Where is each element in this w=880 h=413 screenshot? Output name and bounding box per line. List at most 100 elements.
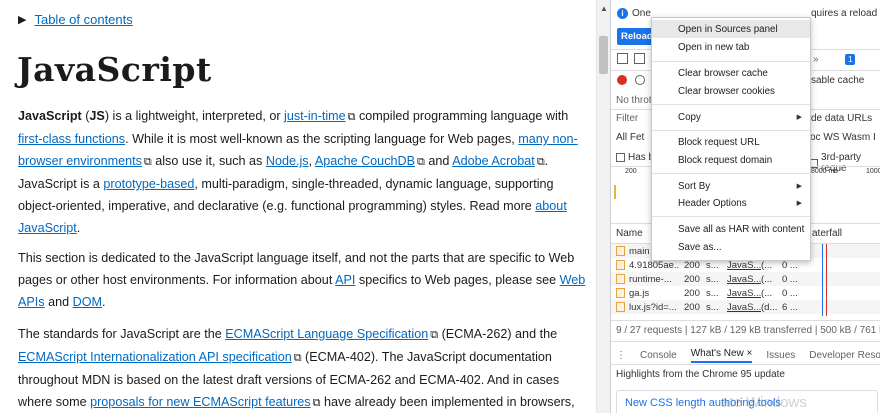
intro-paragraph: JavaScript (JS) is a lightweight, interp…: [18, 105, 590, 239]
scrollbar-thumb[interactable]: [599, 36, 608, 74]
page-scrollbar[interactable]: ▲: [596, 0, 610, 413]
menu-item-save-as[interactable]: Save as...: [652, 238, 810, 256]
request-name: 4.91805ae...: [629, 259, 679, 271]
link-ecmascript-intl-spec[interactable]: ECMAScript Internationalization API spec…: [18, 350, 292, 364]
menu-item-clear-cache[interactable]: Clear browser cache: [652, 64, 810, 82]
menu-item-label: Block request URL: [678, 136, 760, 148]
link-ecmascript-spec[interactable]: ECMAScript Language Specification: [225, 327, 428, 341]
record-icon[interactable]: [617, 75, 627, 85]
request-size: (...: [761, 259, 773, 271]
close-icon[interactable]: ×: [747, 348, 753, 359]
divider: [611, 364, 880, 365]
request-name: runtime-...: [629, 273, 672, 285]
request-size: (...: [761, 287, 773, 299]
menu-item-copy[interactable]: Copy ▶: [652, 108, 810, 126]
has-blocked-cookies-checkbox[interactable]: Has b: [616, 152, 654, 163]
request-status: 200: [684, 259, 700, 271]
link-apache-couchdb[interactable]: Apache CouchDB: [315, 154, 415, 168]
divider: [611, 320, 880, 321]
request-type: s...: [706, 301, 719, 313]
table-row[interactable]: ga.js 200 s... JavaS... (... 0 ...: [611, 286, 880, 300]
menu-item-header-options[interactable]: Header Options ▶: [652, 194, 810, 212]
text: .: [102, 295, 106, 309]
link-nodejs[interactable]: Node.js: [266, 154, 309, 168]
resource-type-filters-right[interactable]: oc WS Wasm I: [810, 132, 876, 143]
filter-input[interactable]: Filter: [616, 113, 638, 124]
text: . While it is most well-known as the scr…: [125, 132, 519, 146]
menu-item-clear-cookies[interactable]: Clear browser cookies: [652, 82, 810, 100]
request-initiator[interactable]: JavaS...: [727, 302, 761, 313]
menu-item-label: Open in Sources panel: [678, 23, 778, 35]
submenu-arrow-icon: ▶: [796, 183, 802, 190]
name-column-header[interactable]: Name: [616, 228, 643, 239]
menu-item-block-domain[interactable]: Block request domain: [652, 151, 810, 169]
request-status: 200: [684, 273, 700, 285]
request-name: lux.js?id=...: [629, 301, 677, 313]
menu-item-save-har[interactable]: Save all as HAR with content: [652, 220, 810, 238]
dom-content-loaded-line: [822, 244, 823, 316]
menu-item-label: Open in new tab: [678, 41, 750, 53]
request-time: 0 ...: [782, 259, 798, 271]
network-summary-bar: 9 / 27 requests | 127 kB / 129 kB transf…: [616, 325, 880, 336]
menu-item-label: Save as...: [678, 241, 722, 253]
link-adobe-acrobat[interactable]: Adobe Acrobat: [452, 154, 535, 168]
menu-item-label: Copy: [678, 111, 701, 123]
external-link-icon: ⧉: [143, 156, 152, 168]
request-initiator[interactable]: JavaS...: [727, 260, 761, 271]
menu-item-label: Save all as HAR with content: [678, 223, 805, 235]
waterfall-column-header[interactable]: aterfall: [812, 228, 842, 239]
link-prototype-based[interactable]: prototype-based: [103, 177, 194, 191]
console-message-badge[interactable]: 1: [845, 54, 856, 65]
request-time: 0 ...: [782, 273, 798, 285]
divider: [611, 341, 880, 342]
text: have already been implemented in browser…: [320, 395, 575, 409]
resource-type-filters[interactable]: All Fet: [616, 132, 644, 143]
table-of-contents-link[interactable]: Table of contents: [34, 12, 132, 27]
menu-item-open-in-new-tab[interactable]: Open in new tab: [652, 38, 810, 56]
request-initiator[interactable]: JavaS...: [727, 288, 761, 299]
checkbox-icon[interactable]: [616, 153, 625, 162]
scope-paragraph: This section is dedicated to the JavaScr…: [18, 247, 590, 313]
tab-developer-resources[interactable]: Developer Resources: [809, 350, 880, 361]
tab-console[interactable]: Console: [640, 350, 677, 361]
more-tabs-button[interactable]: »: [813, 54, 819, 65]
external-link-icon: ⧉: [417, 156, 425, 168]
disable-cache-label[interactable]: sable cache: [811, 75, 864, 86]
request-type: s...: [706, 287, 719, 299]
text: ) is a lightweight, interpreted, or: [104, 109, 285, 123]
text: and: [44, 295, 73, 309]
device-toolbar-icon[interactable]: [634, 53, 645, 64]
article-pane: ▶ Table of contents JavaScript JavaScrip…: [0, 0, 596, 413]
script-file-icon: [616, 260, 625, 270]
hide-data-urls-label[interactable]: de data URLs: [811, 113, 872, 124]
request-initiator[interactable]: JavaS...: [727, 274, 761, 285]
drawer-menu-icon[interactable]: ⋮: [616, 350, 626, 361]
link-dom[interactable]: DOM: [73, 295, 102, 309]
table-of-contents-toggle[interactable]: ▶ Table of contents: [18, 12, 133, 27]
request-time: 0 ...: [782, 287, 798, 299]
tab-whats-new[interactable]: What's New ×: [690, 348, 753, 363]
link-ecmascript-proposals[interactable]: proposals for new ECMAScript features: [90, 395, 310, 409]
menu-item-open-in-sources[interactable]: Open in Sources panel: [652, 20, 810, 38]
external-link-icon: ⧉: [536, 156, 545, 168]
text: specifics to Web pages, please see: [355, 273, 560, 287]
link-first-class-functions[interactable]: first-class functions: [18, 132, 125, 146]
activate-windows-watermark: ate Windows: [721, 394, 807, 411]
external-link-icon: ⧉: [293, 352, 302, 364]
link-api[interactable]: API: [335, 273, 355, 287]
table-row[interactable]: lux.js?id=... 200 s... JavaS... (d... 6 …: [611, 300, 880, 314]
tab-issues[interactable]: Issues: [766, 350, 795, 361]
submenu-arrow-icon: ▶: [796, 200, 802, 207]
request-size: (d...: [761, 301, 778, 313]
menu-separator: [652, 61, 810, 62]
scroll-up-arrow-icon[interactable]: ▲: [600, 4, 608, 13]
menu-item-block-url[interactable]: Block request URL: [652, 133, 810, 151]
inspect-element-icon[interactable]: [617, 53, 628, 64]
menu-item-sort-by[interactable]: Sort By ▶: [652, 177, 810, 195]
table-row[interactable]: runtime-... 200 s... JavaS... (... 0 ...: [611, 272, 880, 286]
whats-new-heading: Highlights from the Chrome 95 update: [616, 369, 785, 380]
menu-item-label: Clear browser cache: [678, 67, 768, 79]
throttling-select[interactable]: No throt: [616, 95, 652, 106]
clear-icon[interactable]: [635, 75, 645, 85]
link-just-in-time[interactable]: just-in-time: [284, 109, 346, 123]
